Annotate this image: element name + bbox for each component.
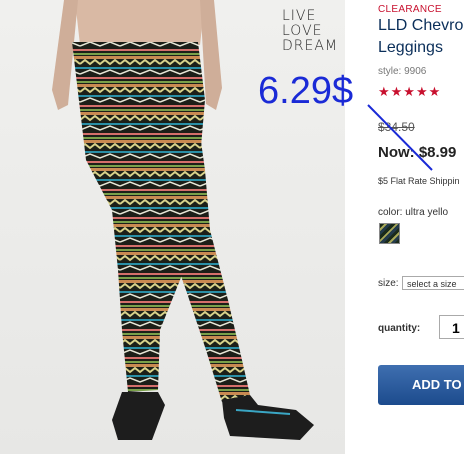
quantity-label: quantity: — [378, 323, 421, 334]
shipping-note[interactable]: $5 Flat Rate Shippin — [378, 176, 460, 186]
quantity-input[interactable]: 1 — [439, 315, 464, 339]
size-label: size: — [378, 278, 399, 289]
clearance-badge: CLEARANCE — [378, 4, 442, 15]
product-photo[interactable]: LIVE LOVE DREAM — [0, 0, 345, 454]
size-select[interactable]: select a size — [402, 276, 464, 290]
model-illustration — [52, 0, 314, 440]
product-info-panel: CLEARANCE LLD Chevro Leggings style: 990… — [378, 0, 464, 454]
color-swatch[interactable] — [379, 223, 400, 244]
style-number: style: 9906 — [378, 66, 427, 77]
brand-logo: LIVE LOVE DREAM — [282, 9, 338, 54]
price-annotation: 6.29$ — [258, 70, 354, 112]
brand-line: DREAM — [282, 38, 339, 54]
brand-line: LIVE — [282, 8, 317, 24]
original-price: $34.50 — [378, 120, 415, 134]
product-title-line: Leggings — [378, 39, 443, 56]
sale-price: Now: $8.99 — [378, 144, 457, 161]
brand-line: LOVE — [282, 23, 323, 39]
color-label: color: ultra yello — [378, 207, 449, 218]
product-title-line: LLD Chevro — [378, 17, 464, 34]
product-title: LLD Chevro Leggings — [378, 15, 464, 59]
add-to-bag-button[interactable]: ADD TO — [378, 365, 464, 405]
rating-stars[interactable]: ★★★★★ — [378, 84, 441, 100]
